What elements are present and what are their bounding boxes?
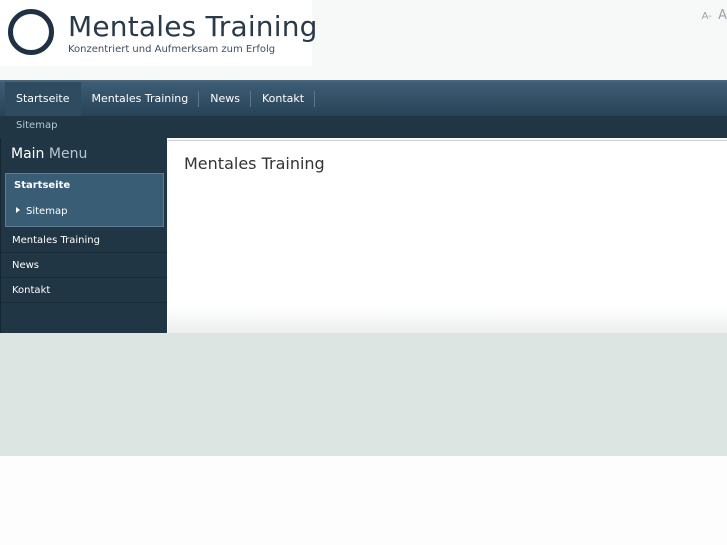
- sidebar-item-news[interactable]: News: [1, 253, 167, 278]
- logo-ring-icon: [8, 9, 54, 55]
- footer-band: [0, 333, 727, 456]
- nav-separator: [314, 91, 316, 107]
- page-bottom: [0, 456, 727, 545]
- nav-item-label: Startseite: [16, 92, 70, 105]
- nav-item-label: News: [210, 92, 240, 105]
- sidebar-subitem-sitemap[interactable]: Sitemap: [16, 206, 67, 217]
- nav-item-news[interactable]: News: [199, 82, 251, 116]
- subnav-link-sitemap[interactable]: Sitemap: [16, 120, 57, 131]
- logo-title: Mentales Training: [68, 10, 318, 43]
- sidebar-subitem-label: Sitemap: [26, 206, 68, 217]
- sidebar-item-kontakt[interactable]: Kontakt: [1, 278, 167, 303]
- font-size-controls: A- A: [702, 8, 727, 23]
- nav-item-startseite[interactable]: Startseite: [5, 82, 81, 116]
- page-title: Mentales Training: [184, 154, 325, 173]
- main-navigation: Startseite Mentales Training News Kontak…: [0, 82, 727, 116]
- sidebar-main-menu: Main Menu Startseite Sitemap Mentales Tr…: [0, 138, 167, 333]
- sidebar-title: Main Menu: [11, 146, 87, 162]
- sidebar-active-group: Startseite Sitemap: [5, 173, 164, 227]
- sidebar-item-startseite[interactable]: Startseite: [14, 180, 70, 191]
- sidebar-title-main: Main: [11, 146, 45, 162]
- sidebar-item-label: News: [12, 260, 40, 271]
- site-header: Mentales Training Konzentriert und Aufme…: [0, 0, 727, 80]
- sidebar-item-label: Mentales Training: [12, 235, 100, 246]
- caret-right-icon: [16, 207, 20, 213]
- sub-navigation: Sitemap: [0, 116, 727, 138]
- nav-item-mentales-training[interactable]: Mentales Training: [81, 82, 200, 116]
- logo-subtitle: Konzentriert und Aufmerksam zum Erfolg: [68, 44, 276, 55]
- sidebar-item-mentales-training[interactable]: Mentales Training: [1, 228, 167, 253]
- nav-item-kontakt[interactable]: Kontakt: [251, 82, 316, 116]
- font-smaller-button[interactable]: A-: [702, 11, 712, 22]
- font-larger-button[interactable]: A: [718, 8, 727, 23]
- nav-item-label: Kontakt: [262, 92, 305, 105]
- site-logo[interactable]: Mentales Training Konzentriert und Aufme…: [0, 0, 317, 66]
- sidebar-title-rest: Menu: [48, 146, 88, 162]
- main-content: Mentales Training: [168, 140, 727, 333]
- sidebar-item-label: Kontakt: [12, 285, 51, 296]
- nav-item-label: Mentales Training: [91, 92, 189, 105]
